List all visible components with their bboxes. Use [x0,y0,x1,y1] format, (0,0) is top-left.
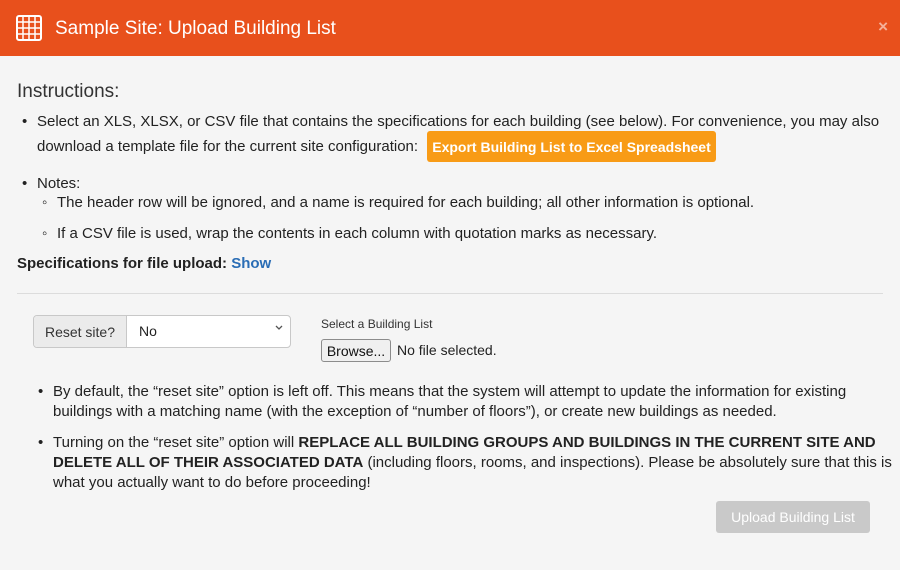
info-warning-text-b: (including floors, rooms, and inspection… [363,454,892,471]
reset-site-label: Reset site? [34,316,127,347]
browse-button[interactable]: Browse... [321,339,391,362]
file-status: No file selected. [397,342,497,358]
instruction-bullet-line1: Select an XLS, XLSX, or CSV file that co… [22,112,879,132]
upload-building-list-button[interactable]: Upload Building List [716,501,870,533]
reset-site-group: Reset site? No [33,315,291,348]
info-warning-bold-a: REPLACE ALL BUILDING GROUPS AND BUILDING… [298,434,876,451]
specifications-show-link[interactable]: Show [231,255,271,272]
specifications-line: Specifications for file upload: Show [17,255,271,272]
notes-label: Notes: [22,174,80,194]
building-list-label: Select a Building List [321,317,433,331]
reset-site-value: No [139,323,157,339]
export-spreadsheet-button[interactable]: Export Building List to Excel Spreadshee… [427,131,716,162]
info-default-line2: buildings with a matching name (with the… [53,403,777,420]
chevron-down-icon [275,325,283,330]
info-warning-line3: what you actually want to do before proc… [53,474,371,491]
info-warning-bold-b: DELETE ALL OF THEIR ASSOCIATED DATA [53,454,364,471]
modal-header: Sample Site: Upload Building List × [0,0,900,56]
close-icon[interactable]: × [878,17,888,37]
specifications-label: Specifications for file upload: [17,255,228,272]
divider [17,293,883,294]
info-warning-line1: Turning on the “reset site” option will … [38,433,876,453]
instruction-bullet-line2: download a template file for the current… [37,138,419,155]
reset-site-select[interactable]: No [127,316,290,347]
building-icon [16,15,42,41]
info-warning-line2: DELETE ALL OF THEIR ASSOCIATED DATA (inc… [53,453,892,473]
info-default-line1: By default, the “reset site” option is l… [38,382,846,402]
note-header-row: The header row will be ignored, and a na… [42,193,754,213]
modal-body: Instructions: Select an XLS, XLSX, or CS… [0,56,900,570]
info-warning-text-a: Turning on the “reset site” option will [53,434,299,451]
modal-title: Sample Site: Upload Building List [55,18,336,39]
instructions-title: Instructions: [17,81,120,102]
note-csv-quotes: If a CSV file is used, wrap the contents… [42,224,657,244]
